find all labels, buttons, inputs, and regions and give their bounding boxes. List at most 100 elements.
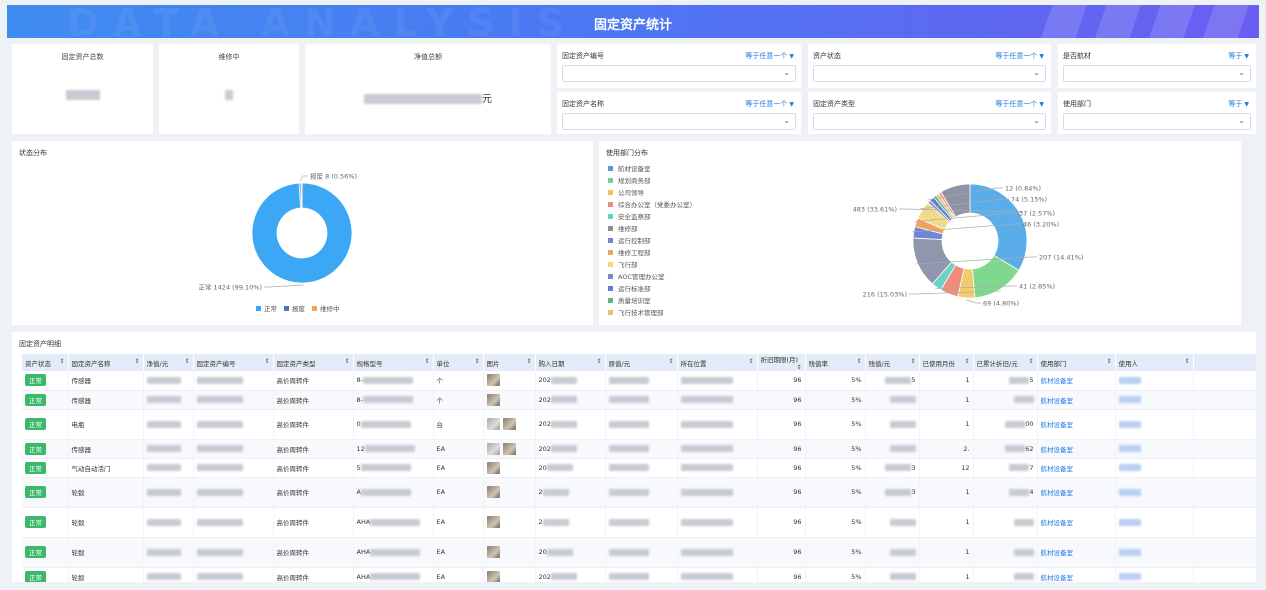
- sort-icon[interactable]: ⇕: [59, 358, 64, 365]
- table-row[interactable]: 正常 轮毂 高价周转件 AHA EA 20 96 5% 1 航材设备室: [22, 537, 1256, 568]
- sort-icon[interactable]: ⇕: [964, 358, 969, 365]
- table-row[interactable]: 正常 传感器 高价周转件 12 EA 202 96 5% 2. 62 航材设备室: [22, 439, 1256, 459]
- filter-operator[interactable]: 等于 ▼: [1228, 51, 1249, 61]
- sort-icon[interactable]: ⇕: [344, 358, 349, 365]
- filter-select[interactable]: ⌄: [1063, 113, 1251, 130]
- column-header[interactable]: 单位 ⇕: [433, 354, 484, 371]
- department-link[interactable]: 航材设备室: [1037, 409, 1116, 440]
- asset-photo[interactable]: [486, 461, 500, 474]
- column-header[interactable]: 规格型号 ⇕: [353, 354, 434, 371]
- sort-icon[interactable]: ⇕: [264, 358, 269, 365]
- department-link[interactable]: 航材设备室: [1037, 537, 1116, 568]
- asset-photo[interactable]: [486, 393, 500, 406]
- sort-icon[interactable]: ⇕: [184, 358, 189, 365]
- department-link[interactable]: 航材设备室: [1037, 477, 1116, 508]
- table-row[interactable]: 正常 轮毂 高价周转件 AHA EA 2 96 5% 1 航材设备室: [22, 507, 1256, 538]
- sort-icon[interactable]: ⇕: [1184, 358, 1189, 365]
- filter-select[interactable]: ⌄: [562, 113, 796, 130]
- asset-photo[interactable]: [486, 486, 500, 498]
- stat-card-net-value: 净值总额 元: [305, 44, 551, 134]
- department-link[interactable]: 航材设备室: [1037, 458, 1116, 478]
- column-header[interactable]: 图片 ⇕: [483, 354, 536, 371]
- column-header[interactable]: 已使用月份 ⇕: [919, 354, 974, 371]
- asset-photo[interactable]: [486, 546, 500, 558]
- sort-icon[interactable]: ⇕: [474, 358, 479, 365]
- accumulated-depreciation: 00: [1025, 420, 1034, 428]
- column-header[interactable]: 使用部门 ⇕: [1037, 354, 1116, 371]
- department-link[interactable]: 航材设备室: [1037, 390, 1116, 410]
- slice-label: 37 (2.57%): [1019, 210, 1055, 218]
- sort-icon[interactable]: ⇕: [1028, 358, 1033, 365]
- used-months: 1: [919, 409, 974, 440]
- legend-item[interactable]: 正常: [256, 304, 277, 313]
- column-header[interactable]: 残值/元 ⇕: [865, 354, 920, 371]
- column-header[interactable]: 购入日期 ⇕: [535, 354, 606, 371]
- asset-photo[interactable]: [486, 516, 500, 528]
- sort-icon[interactable]: ⇕: [796, 364, 801, 371]
- asset-photo[interactable]: [502, 418, 516, 430]
- slice-label: 报废 8 (0.56%): [310, 172, 357, 181]
- column-header[interactable]: 固定资产名称 ⇕: [68, 354, 144, 371]
- table-row[interactable]: 正常 电瓶 高价周转件 0 台 202 96 5% 1 00 航材设备室: [22, 409, 1256, 440]
- column-header[interactable]: 固定资产类型 ⇕: [273, 354, 354, 371]
- filter-select[interactable]: ⌄: [1063, 65, 1251, 82]
- sort-icon[interactable]: ⇕: [668, 358, 673, 365]
- legend-item[interactable]: 维修中: [312, 304, 340, 313]
- asset-photo[interactable]: [486, 418, 500, 430]
- table-row[interactable]: 正常 轮毂 高价周转件 A EA 2 96 5% 3 1 4 航材设备室: [22, 477, 1256, 508]
- asset-unit: 台: [433, 409, 484, 440]
- asset-type: 高价周转件: [273, 390, 354, 410]
- column-header[interactable]: 固定资产编号 ⇕: [193, 354, 274, 371]
- filter-select[interactable]: ⌄: [562, 65, 796, 82]
- asset-spec: AHA: [356, 572, 371, 581]
- column-header[interactable]: 残值率 ⇕: [805, 354, 866, 371]
- sort-icon[interactable]: ⇕: [1106, 358, 1111, 365]
- sort-icon[interactable]: ⇕: [596, 358, 601, 365]
- legend-item[interactable]: 报废: [284, 304, 306, 313]
- column-header[interactable]: 原值/元 ⇕: [605, 354, 678, 371]
- sort-icon[interactable]: ⇕: [910, 358, 915, 365]
- depreciation-period: 96: [757, 507, 806, 538]
- filter-operator[interactable]: 等于任意一个 ▼: [995, 99, 1044, 109]
- department-link[interactable]: 航材设备室: [1037, 439, 1116, 459]
- chevron-down-icon: ⌄: [783, 116, 790, 125]
- asset-photo[interactable]: [486, 374, 500, 387]
- sort-icon[interactable]: ⇕: [526, 358, 531, 365]
- sort-icon[interactable]: ⇕: [748, 358, 753, 365]
- filter-select[interactable]: ⌄: [813, 65, 1046, 82]
- asset-photo[interactable]: [486, 570, 500, 582]
- column-header[interactable]: 已累计折旧/元 ⇕: [973, 354, 1038, 371]
- department-link[interactable]: 航材设备室: [1037, 371, 1116, 391]
- table-row[interactable]: 正常 传感器 高价周转件 8- 个 202 96 5% 1 航材设备室: [22, 390, 1256, 410]
- dashboard-header: DATA ANALYSIS 固定资产统计: [7, 5, 1259, 38]
- sort-icon[interactable]: ⇕: [134, 358, 139, 365]
- filter-operator[interactable]: 等于 ▼: [1228, 99, 1249, 109]
- department-distribution-panel: 使用部门分布 航材设备室 规划商务部 公司领导 综合办公室（党委办公室） 安全监察部 维修…: [599, 141, 1241, 325]
- slice-label: 69 (4.80%): [983, 300, 1019, 308]
- slice-label: 483 (33.61%): [853, 206, 897, 214]
- filter-select[interactable]: ⌄: [813, 113, 1046, 130]
- filter-operator[interactable]: 等于任意一个 ▼: [745, 99, 794, 109]
- department-donut-chart: 483 (33.61%) 216 (15.03%) 69 (4.80%) 41 (2.…: [853, 183, 1083, 308]
- asset-photo[interactable]: [486, 442, 500, 455]
- asset-unit: EA: [433, 477, 484, 508]
- table-row[interactable]: 正常 传感器 高价周转件 8- 个 202 96 5% 5 1 5 航材设备室: [22, 371, 1256, 391]
- column-header[interactable]: 所在位置 ⇕: [677, 354, 758, 371]
- table-row[interactable]: 正常 气动自动活门 高价周转件 5 EA 20 96 5% 3 12 7 航材设备室: [22, 458, 1256, 478]
- column-header[interactable]: 净值/元 ⇕: [143, 354, 194, 371]
- column-header[interactable]: 使用人 ⇕: [1115, 354, 1194, 371]
- caret-down-icon: ▼: [1039, 101, 1044, 108]
- column-header[interactable]: 资产状态 ⇕: [22, 354, 69, 371]
- filter-operator[interactable]: 等于任意一个 ▼: [995, 51, 1044, 61]
- asset-name: 轮毂: [68, 477, 144, 508]
- sort-icon[interactable]: ⇕: [424, 358, 429, 365]
- filter-is-aviation-material: 是否航材 等于 ▼ ⌄: [1058, 44, 1256, 88]
- column-header[interactable]: 折旧期限(月) ⇕: [757, 354, 806, 371]
- department-link[interactable]: 航材设备室: [1037, 567, 1116, 582]
- department-link[interactable]: 航材设备室: [1037, 507, 1116, 538]
- donut-slice[interactable]: [300, 182, 303, 209]
- filter-operator[interactable]: 等于任意一个 ▼: [745, 51, 794, 61]
- sort-icon[interactable]: ⇕: [856, 358, 861, 365]
- asset-photo[interactable]: [502, 442, 516, 455]
- table-row[interactable]: 正常 轮毂 高价周转件 AHA EA 202 96 5% 1 航材设备室: [22, 567, 1256, 582]
